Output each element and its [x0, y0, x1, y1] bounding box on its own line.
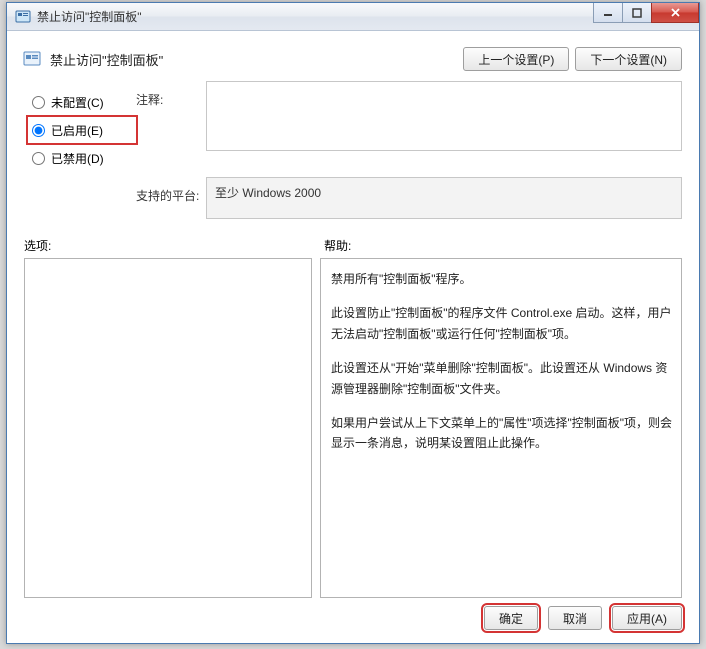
previous-setting-button[interactable]: 上一个设置(P): [463, 47, 569, 71]
policy-icon: [22, 49, 42, 69]
titlebar[interactable]: 禁止访问"控制面板": [7, 3, 699, 31]
radio-enabled[interactable]: 已启用(E): [28, 117, 136, 143]
dialog-footer: 确定 取消 应用(A): [484, 606, 682, 630]
cancel-button[interactable]: 取消: [548, 606, 602, 630]
help-content[interactable]: 禁用所有"控制面板"程序。 此设置防止"控制面板"的程序文件 Control.e…: [323, 261, 679, 595]
ok-button[interactable]: 确定: [484, 606, 538, 630]
next-setting-button[interactable]: 下一个设置(N): [575, 47, 682, 71]
app-icon: [15, 9, 31, 25]
help-paragraph: 如果用户尝试从上下文菜单上的"属性"项选择"控制面板"项，则会显示一条消息，说明…: [331, 413, 675, 454]
radio-disabled-label: 已禁用(D): [51, 150, 104, 167]
radio-enabled-input[interactable]: [32, 124, 45, 137]
client-area: 禁止访问"控制面板" 上一个设置(P) 下一个设置(N) 未配置(C) 已启用(…: [14, 37, 692, 636]
supported-on-label: 支持的平台:: [136, 177, 206, 204]
help-panel: 禁用所有"控制面板"程序。 此设置防止"控制面板"的程序文件 Control.e…: [320, 258, 682, 598]
comment-textarea[interactable]: [206, 81, 682, 151]
maximize-button[interactable]: [622, 3, 652, 23]
apply-button[interactable]: 应用(A): [612, 606, 682, 630]
radio-disabled-input[interactable]: [32, 152, 45, 165]
close-button[interactable]: [651, 3, 699, 23]
policy-title: 禁止访问"控制面板": [50, 50, 463, 69]
help-paragraph: 此设置还从"开始"菜单删除"控制面板"。此设置还从 Windows 资源管理器删…: [331, 358, 675, 399]
radio-group: 未配置(C) 已启用(E) 已禁用(D): [28, 81, 136, 173]
help-paragraph: 此设置防止"控制面板"的程序文件 Control.exe 启动。这样，用户无法启…: [331, 303, 675, 344]
radio-disabled[interactable]: 已禁用(D): [28, 145, 136, 171]
help-label: 帮助:: [324, 237, 351, 254]
radio-not-configured-label: 未配置(C): [51, 94, 104, 111]
supported-on-box: 至少 Windows 2000: [206, 177, 682, 219]
minimize-button[interactable]: [593, 3, 623, 23]
help-paragraph: 禁用所有"控制面板"程序。: [331, 269, 675, 289]
window-controls: [593, 3, 699, 23]
dialog-window: 禁止访问"控制面板" 禁止访问"控制面板": [6, 2, 700, 644]
options-panel: [24, 258, 312, 598]
comment-label: 注释:: [136, 81, 206, 108]
supported-on-text: 至少 Windows 2000: [215, 186, 321, 200]
radio-not-configured[interactable]: 未配置(C): [28, 89, 136, 115]
radio-not-configured-input[interactable]: [32, 96, 45, 109]
options-label: 选项:: [24, 237, 324, 254]
radio-enabled-label: 已启用(E): [51, 122, 103, 139]
window-title: 禁止访问"控制面板": [37, 8, 142, 25]
